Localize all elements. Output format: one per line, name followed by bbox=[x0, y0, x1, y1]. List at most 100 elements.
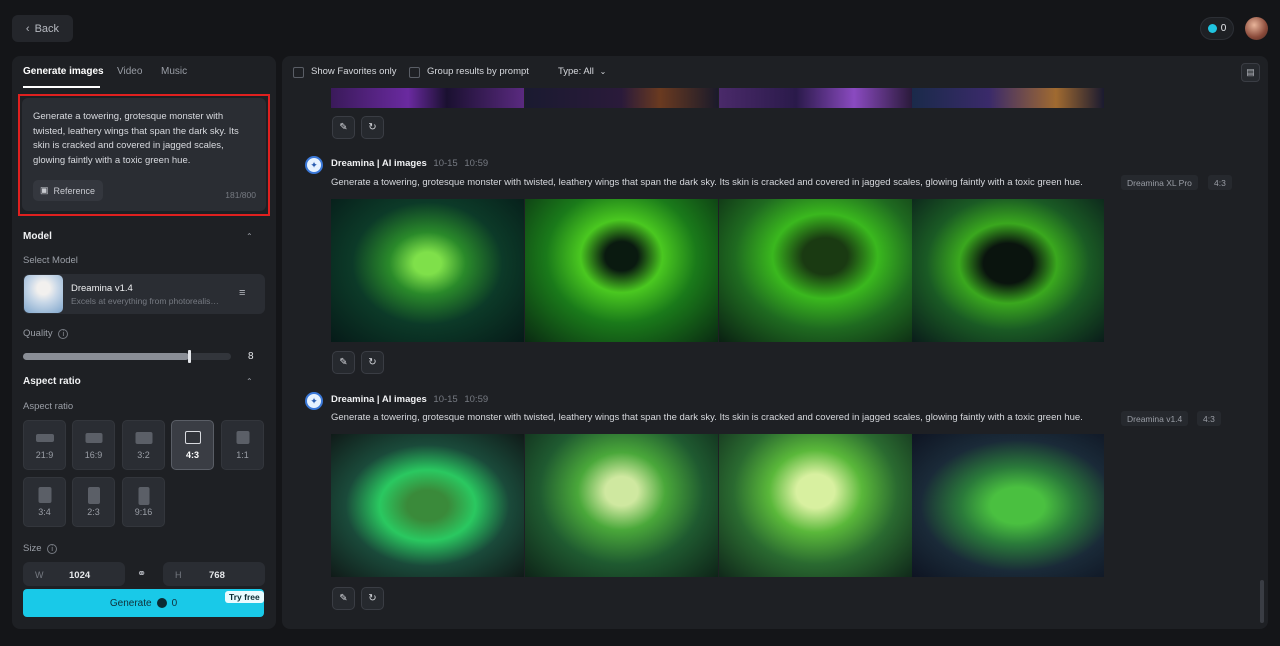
tab-music[interactable]: Music bbox=[161, 66, 187, 77]
quality-slider-handle[interactable] bbox=[188, 350, 192, 363]
chevron-up-icon[interactable]: ⌃ bbox=[246, 232, 253, 241]
generation-prompt[interactable]: Generate a towering, grotesque monster w… bbox=[331, 177, 1083, 188]
model-description: Excels at everything from photorealism t… bbox=[71, 296, 225, 306]
result-image[interactable] bbox=[331, 199, 524, 342]
credit-icon bbox=[1207, 24, 1217, 33]
user-avatar[interactable] bbox=[1245, 17, 1268, 40]
aspect-label: 1:1 bbox=[236, 450, 249, 460]
type-label: Type: All bbox=[558, 66, 594, 77]
scrollbar[interactable] bbox=[1260, 580, 1264, 623]
model-selector[interactable]: Dreamina v1.4 Excels at everything from … bbox=[23, 274, 265, 314]
aspect-ratio-label: Aspect ratio bbox=[23, 401, 74, 412]
aspect-label: 16:9 bbox=[84, 450, 103, 460]
favorites-label[interactable]: Show Favorites only bbox=[311, 66, 397, 77]
result-image[interactable] bbox=[719, 88, 912, 108]
result-image[interactable] bbox=[331, 88, 524, 108]
aspect-label: 2:3 bbox=[87, 507, 100, 517]
chevron-left-icon: ‹ bbox=[25, 22, 30, 35]
aspect-label: 3:2 bbox=[137, 450, 150, 460]
chevron-up-icon[interactable]: ⌃ bbox=[246, 377, 253, 386]
result-image[interactable] bbox=[525, 88, 718, 108]
height-field[interactable]: H 768 bbox=[163, 562, 265, 586]
left-panel: Generate images Video Music Generate a t… bbox=[12, 56, 276, 629]
ratio-shape-icon bbox=[38, 487, 51, 503]
result-image[interactable] bbox=[525, 434, 718, 577]
results-panel: Show Favorites only Group results by pro… bbox=[282, 56, 1268, 629]
sliders-icon[interactable]: ≡ bbox=[239, 287, 245, 299]
generation-prompt[interactable]: Generate a towering, grotesque monster w… bbox=[331, 412, 1083, 423]
aspect-label: 4:3 bbox=[185, 450, 199, 460]
aspect-section-title: Aspect ratio bbox=[23, 376, 81, 387]
folder-icon[interactable]: ▤ bbox=[1241, 63, 1260, 82]
ratio-shape-icon bbox=[138, 487, 149, 505]
quality-slider[interactable] bbox=[23, 350, 231, 363]
quality-label: Quality i bbox=[23, 328, 69, 339]
width-field[interactable]: W 1024 bbox=[23, 562, 125, 586]
generation-date: 10-15 bbox=[433, 158, 458, 169]
result-image[interactable] bbox=[719, 434, 912, 577]
dreamina-logo-icon: ✦ bbox=[305, 156, 323, 174]
back-label: Back bbox=[34, 22, 60, 35]
tab-generate-images[interactable]: Generate images bbox=[23, 66, 104, 77]
height-prefix: H bbox=[175, 570, 182, 580]
type-dropdown[interactable]: Type: All ⌄ bbox=[558, 66, 606, 77]
aspect-2-3-button[interactable]: 2:3 bbox=[72, 477, 115, 527]
size-label: Size i bbox=[23, 543, 58, 554]
generation-time: 10:59 bbox=[464, 394, 489, 405]
width-prefix: W bbox=[35, 570, 44, 580]
aspect-3-2-button[interactable]: 3:2 bbox=[122, 420, 165, 470]
quality-slider-fill bbox=[23, 353, 190, 360]
back-button[interactable]: ‹ Back bbox=[12, 15, 73, 42]
ratio-shape-icon bbox=[236, 431, 249, 444]
edit-icon[interactable]: ✎ bbox=[332, 116, 355, 139]
generation-source: Dreamina | AI images bbox=[331, 394, 427, 405]
result-image[interactable] bbox=[331, 434, 524, 577]
aspect-3-4-button[interactable]: 3:4 bbox=[23, 477, 66, 527]
quality-value: 8 bbox=[248, 351, 254, 362]
regenerate-icon[interactable]: ↻ bbox=[361, 351, 384, 374]
result-image[interactable] bbox=[912, 88, 1104, 108]
group-checkbox[interactable] bbox=[409, 67, 420, 78]
width-value[interactable]: 1024 bbox=[69, 570, 90, 581]
aspect-16-9-button[interactable]: 16:9 bbox=[72, 420, 115, 470]
aspect-label: 21:9 bbox=[35, 450, 54, 460]
quality-label-text: Quality bbox=[23, 328, 53, 339]
ratio-tag: 4:3 bbox=[1208, 175, 1232, 190]
model-thumbnail bbox=[24, 275, 63, 313]
link-icon[interactable]: ⚭ bbox=[137, 567, 146, 580]
aspect-label: 3:4 bbox=[38, 507, 51, 517]
edit-icon[interactable]: ✎ bbox=[332, 351, 355, 374]
result-image[interactable] bbox=[912, 199, 1104, 342]
group-label[interactable]: Group results by prompt bbox=[427, 66, 529, 77]
credits-badge[interactable]: 0 bbox=[1200, 17, 1234, 40]
model-name: Dreamina v1.4 bbox=[71, 283, 133, 294]
regenerate-icon[interactable]: ↻ bbox=[361, 116, 384, 139]
result-image[interactable] bbox=[525, 199, 718, 342]
regenerate-icon[interactable]: ↻ bbox=[361, 587, 384, 610]
result-image[interactable] bbox=[912, 434, 1104, 577]
height-value[interactable]: 768 bbox=[209, 570, 225, 581]
aspect-4-3-button[interactable]: 4:3 bbox=[171, 420, 214, 470]
credit-icon bbox=[156, 598, 167, 608]
result-image[interactable] bbox=[719, 199, 912, 342]
info-icon[interactable]: i bbox=[58, 329, 69, 339]
generation-date: 10-15 bbox=[433, 394, 458, 405]
model-tag: Dreamina XL Pro bbox=[1121, 175, 1198, 190]
top-bar: ‹ Back 0 bbox=[0, 0, 1280, 56]
aspect-label: 9:16 bbox=[134, 507, 153, 517]
chevron-down-icon: ⌄ bbox=[599, 67, 607, 76]
tab-video[interactable]: Video bbox=[117, 66, 142, 77]
ratio-shape-icon bbox=[184, 431, 201, 444]
aspect-1-1-button[interactable]: 1:1 bbox=[221, 420, 264, 470]
aspect-21-9-button[interactable]: 21:9 bbox=[23, 420, 66, 470]
ratio-shape-icon bbox=[35, 434, 54, 442]
aspect-9-16-button[interactable]: 9:16 bbox=[122, 477, 165, 527]
filter-bar: Show Favorites only Group results by pro… bbox=[282, 56, 1268, 88]
prompt-highlight-frame bbox=[18, 94, 270, 216]
generate-cost: 0 bbox=[171, 597, 178, 609]
info-icon[interactable]: i bbox=[47, 544, 58, 554]
try-free-badge: Try free bbox=[225, 591, 264, 603]
favorites-checkbox[interactable] bbox=[293, 67, 304, 78]
ratio-shape-icon bbox=[135, 432, 152, 444]
edit-icon[interactable]: ✎ bbox=[332, 587, 355, 610]
